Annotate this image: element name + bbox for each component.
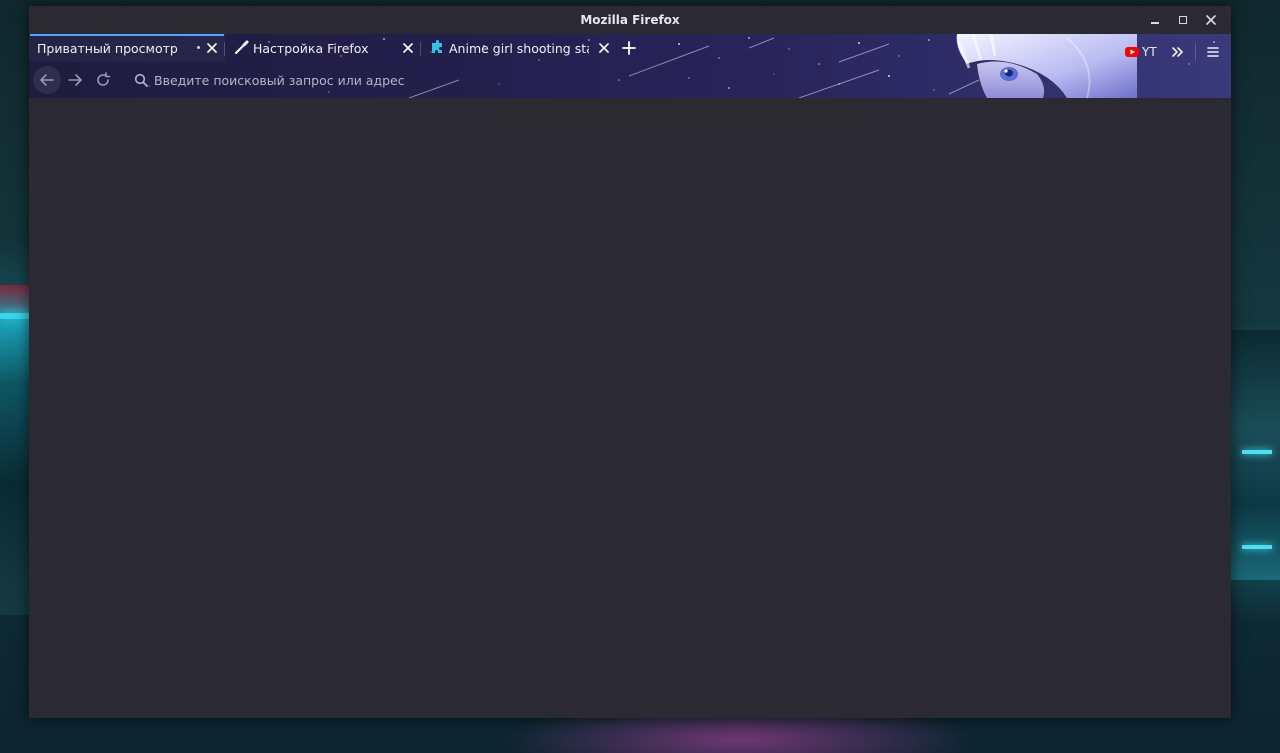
close-icon <box>207 43 217 53</box>
reload-button[interactable] <box>89 66 117 94</box>
maximize-icon <box>1179 16 1187 24</box>
tab-private-browsing[interactable]: Приватный просмотр <box>29 34 225 62</box>
wallpaper-neon-light <box>1242 545 1272 549</box>
hamburger-menu-icon <box>1207 47 1219 57</box>
bookmarks-overflow-button[interactable] <box>1165 38 1191 66</box>
plus-icon <box>622 41 636 55</box>
chevrons-right-icon <box>1172 47 1183 57</box>
maximize-button[interactable] <box>1169 6 1197 34</box>
toolbox: Приватный просмотр Настройка Firefox Ani… <box>29 34 1231 98</box>
close-icon <box>403 43 413 53</box>
close-icon <box>599 43 609 53</box>
close-icon <box>1206 15 1216 25</box>
toolbar-separator <box>1195 43 1196 61</box>
window-controls <box>1141 6 1225 34</box>
minimize-button[interactable] <box>1141 6 1169 34</box>
tab-strip: Приватный просмотр Настройка Firefox Ani… <box>29 34 669 62</box>
window-title: Mozilla Firefox <box>580 13 680 27</box>
tab-anime-theme[interactable]: Anime girl shooting stars <box>421 34 617 62</box>
youtube-icon <box>1125 47 1139 57</box>
tab-dot-indicator <box>197 46 200 49</box>
firefox-window: Mozilla Firefox Приватный просмотр Настр… <box>29 6 1231 718</box>
navigation-toolbar <box>29 62 1231 98</box>
close-tab-button[interactable] <box>401 41 415 55</box>
back-arrow-icon <box>40 74 54 86</box>
forward-button[interactable] <box>61 66 89 94</box>
wallpaper-right-building <box>1230 330 1280 580</box>
minimize-icon <box>1151 22 1159 24</box>
wallpaper-left-building <box>0 285 30 615</box>
customize-brush-icon <box>233 40 249 56</box>
tab-title: Настройка Firefox <box>253 40 369 56</box>
close-tab-button[interactable] <box>205 41 219 55</box>
bookmark-youtube[interactable]: YT <box>1125 38 1157 66</box>
close-window-button[interactable] <box>1197 6 1225 34</box>
tab-title: Anime girl shooting stars <box>449 40 589 56</box>
reload-icon <box>97 72 111 86</box>
close-tab-button[interactable] <box>597 41 611 55</box>
new-tab-button[interactable] <box>617 34 641 62</box>
tab-title: Приватный просмотр <box>37 40 177 56</box>
bookmark-label: YT <box>1142 45 1157 59</box>
url-input[interactable] <box>154 72 854 88</box>
open-menu-button[interactable] <box>1199 38 1227 66</box>
search-icon <box>133 72 149 88</box>
theme-puzzle-icon <box>429 40 445 56</box>
tab-customize-firefox[interactable]: Настройка Firefox <box>225 34 421 62</box>
forward-arrow-icon <box>68 74 82 86</box>
wallpaper-neon-light <box>1242 450 1272 454</box>
wallpaper-neon-sign <box>0 313 30 319</box>
back-button[interactable] <box>33 66 61 94</box>
title-bar[interactable]: Mozilla Firefox <box>29 6 1231 34</box>
url-bar[interactable] <box>133 66 893 94</box>
page-content-area[interactable] <box>29 98 1231 718</box>
